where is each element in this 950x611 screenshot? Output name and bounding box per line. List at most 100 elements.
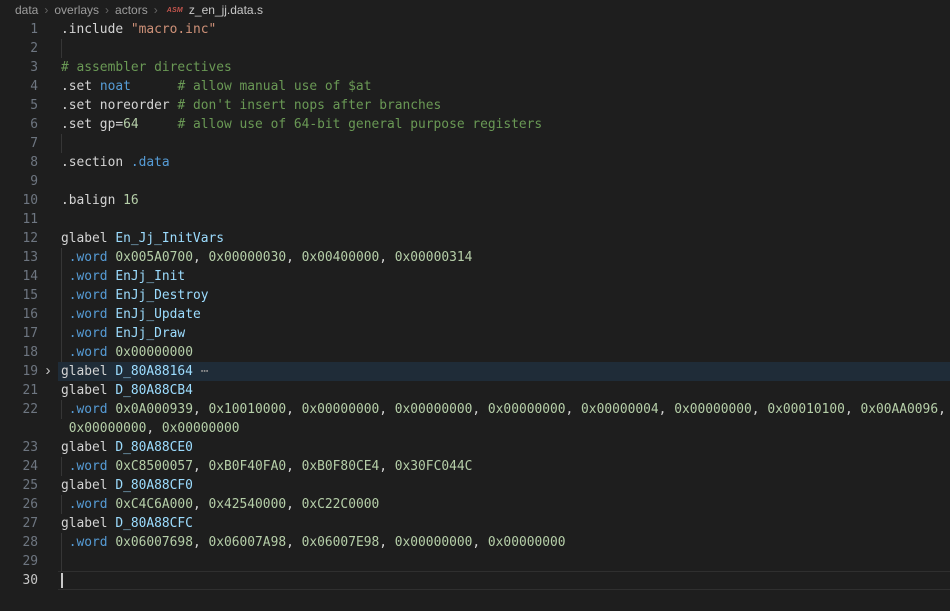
code-line-18[interactable]: 18 .word 0x00000000 xyxy=(0,343,950,362)
line-number[interactable]: 28 xyxy=(0,533,38,552)
line-content[interactable] xyxy=(58,552,950,571)
line-content[interactable]: .section .data xyxy=(58,153,950,172)
line-number[interactable]: 13 xyxy=(0,248,38,267)
code-line-29[interactable]: 29 xyxy=(0,552,950,571)
line-number[interactable]: 6 xyxy=(0,115,38,134)
breadcrumb-item-overlays[interactable]: overlays xyxy=(54,3,99,17)
code-line-17[interactable]: 17 .word EnJj_Draw xyxy=(0,324,950,343)
line-content[interactable]: glabel D_80A88CF0 xyxy=(58,476,950,495)
line-content[interactable]: .word EnJj_Destroy xyxy=(58,286,950,305)
line-content[interactable]: .word EnJj_Init xyxy=(58,267,950,286)
code-line-5[interactable]: 5 .set noreorder # don't insert nops afte… xyxy=(0,96,950,115)
line-content[interactable]: .word 0x00000000 xyxy=(58,343,950,362)
line-number[interactable]: 2 xyxy=(0,39,38,58)
code-line-28[interactable]: 28 .word 0x06007698, 0x06007A98, 0x06007… xyxy=(0,533,950,552)
line-content[interactable] xyxy=(58,172,950,191)
line-content[interactable]: .word 0x005A0700, 0x00000030, 0x00400000… xyxy=(58,248,950,267)
line-number[interactable]: 17 xyxy=(0,324,38,343)
line-number[interactable]: 5 xyxy=(0,96,38,115)
code-line-8[interactable]: 8 .section .data xyxy=(0,153,950,172)
fold-chevron-icon[interactable]: › xyxy=(38,362,58,381)
line-content[interactable]: .set noreorder # don't insert nops after… xyxy=(58,96,950,115)
line-number[interactable] xyxy=(0,419,38,438)
line-number[interactable]: 16 xyxy=(0,305,38,324)
line-content[interactable]: .set noat # allow manual use of $at xyxy=(58,77,950,96)
code-line-15[interactable]: 15 .word EnJj_Destroy xyxy=(0,286,950,305)
line-number[interactable]: 15 xyxy=(0,286,38,305)
code-line-19[interactable]: 19›glabel D_80A88164 ⋯ xyxy=(0,362,950,381)
code-line-wrap[interactable]: 0x00000000, 0x00000000 xyxy=(0,419,950,438)
line-number[interactable]: 14 xyxy=(0,267,38,286)
line-content[interactable] xyxy=(58,210,950,229)
line-number[interactable]: 19 xyxy=(0,362,38,381)
line-content[interactable]: # assembler directives xyxy=(58,58,950,77)
code-line-10[interactable]: 10 .balign 16 xyxy=(0,191,950,210)
line-number[interactable]: 7 xyxy=(0,134,38,153)
line-number[interactable]: 27 xyxy=(0,514,38,533)
line-number[interactable]: 18 xyxy=(0,343,38,362)
line-content[interactable] xyxy=(58,134,950,153)
code-line-14[interactable]: 14 .word EnJj_Init xyxy=(0,267,950,286)
line-content[interactable] xyxy=(58,571,950,590)
line-content[interactable]: .word 0x06007698, 0x06007A98, 0x06007E98… xyxy=(58,533,950,552)
line-content[interactable]: .word 0xC4C6A000, 0x42540000, 0xC22C0000 xyxy=(58,495,950,514)
code-line-21[interactable]: 21 glabel D_80A88CB4 xyxy=(0,381,950,400)
line-content[interactable]: glabel En_Jj_InitVars xyxy=(58,229,950,248)
token-foreground: .set noreorder xyxy=(61,98,177,113)
line-number[interactable]: 29 xyxy=(0,552,38,571)
line-number[interactable]: 22 xyxy=(0,400,38,419)
code-line-16[interactable]: 16 .word EnJj_Update xyxy=(0,305,950,324)
line-number[interactable]: 10 xyxy=(0,191,38,210)
line-number[interactable]: 24 xyxy=(0,457,38,476)
line-number[interactable]: 3 xyxy=(0,58,38,77)
code-line-9[interactable]: 9 xyxy=(0,172,950,191)
line-content[interactable] xyxy=(58,39,950,58)
line-content[interactable]: glabel D_80A88CB4 xyxy=(58,381,950,400)
line-number[interactable]: 8 xyxy=(0,153,38,172)
code-line-22[interactable]: 22 .word 0x0A000939, 0x10010000, 0x00000… xyxy=(0,400,950,419)
code-line-2[interactable]: 2 xyxy=(0,39,950,58)
line-content[interactable]: glabel D_80A88164 ⋯ xyxy=(58,362,950,381)
code-line-1[interactable]: 1 .include "macro.inc" xyxy=(0,20,950,39)
line-content[interactable]: .include "macro.inc" xyxy=(58,20,950,39)
indent-guide xyxy=(61,495,62,514)
code-line-26[interactable]: 26 .word 0xC4C6A000, 0x42540000, 0xC22C0… xyxy=(0,495,950,514)
token-foreground: , xyxy=(845,402,861,417)
line-content[interactable]: .word 0xC8500057, 0xB0F40FA0, 0xB0F80CE4… xyxy=(58,457,950,476)
line-number[interactable]: 12 xyxy=(0,229,38,248)
line-content[interactable]: .word EnJj_Draw xyxy=(58,324,950,343)
line-number[interactable]: 4 xyxy=(0,77,38,96)
line-content[interactable]: glabel D_80A88CE0 xyxy=(58,438,950,457)
code-line-3[interactable]: 3 # assembler directives xyxy=(0,58,950,77)
token-number: 0x00000314 xyxy=(395,250,473,265)
line-number[interactable]: 21 xyxy=(0,381,38,400)
line-number[interactable]: 9 xyxy=(0,172,38,191)
line-content[interactable]: .set gp=64 # allow use of 64-bit general… xyxy=(58,115,950,134)
line-number[interactable]: 23 xyxy=(0,438,38,457)
token-number: 16 xyxy=(123,193,139,208)
code-line-23[interactable]: 23 glabel D_80A88CE0 xyxy=(0,438,950,457)
breadcrumb-item-data[interactable]: data xyxy=(15,3,38,17)
code-line-24[interactable]: 24 .word 0xC8500057, 0xB0F40FA0, 0xB0F80… xyxy=(0,457,950,476)
line-content[interactable]: 0x00000000, 0x00000000 xyxy=(58,419,950,438)
line-number[interactable]: 25 xyxy=(0,476,38,495)
line-number[interactable]: 11 xyxy=(0,210,38,229)
line-content[interactable]: .balign 16 xyxy=(58,191,950,210)
line-number[interactable]: 26 xyxy=(0,495,38,514)
code-line-13[interactable]: 13 .word 0x005A0700, 0x00000030, 0x00400… xyxy=(0,248,950,267)
code-line-25[interactable]: 25 glabel D_80A88CF0 xyxy=(0,476,950,495)
line-content[interactable]: .word EnJj_Update xyxy=(58,305,950,324)
code-line-4[interactable]: 4 .set noat # allow manual use of $at xyxy=(0,77,950,96)
code-line-7[interactable]: 7 xyxy=(0,134,950,153)
code-line-27[interactable]: 27 glabel D_80A88CFC xyxy=(0,514,950,533)
line-number[interactable]: 1 xyxy=(0,20,38,39)
code-line-11[interactable]: 11 xyxy=(0,210,950,229)
code-line-30[interactable]: 30 xyxy=(0,571,950,590)
breadcrumb-file-name[interactable]: z_en_jj.data.s xyxy=(189,3,263,17)
breadcrumb-item-actors[interactable]: actors xyxy=(115,3,148,17)
code-line-6[interactable]: 6 .set gp=64 # allow use of 64-bit genera… xyxy=(0,115,950,134)
line-content[interactable]: .word 0x0A000939, 0x10010000, 0x00000000… xyxy=(58,400,950,419)
line-content[interactable]: glabel D_80A88CFC xyxy=(58,514,950,533)
code-line-12[interactable]: 12 glabel En_Jj_InitVars xyxy=(0,229,950,248)
line-number[interactable]: 30 xyxy=(0,571,38,590)
